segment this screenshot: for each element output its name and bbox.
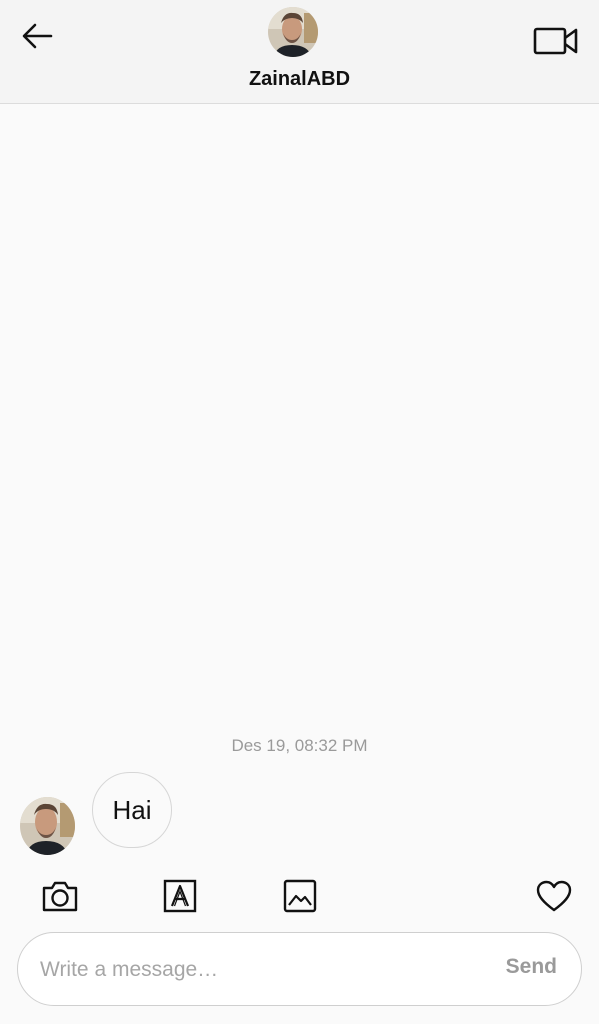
gallery-button[interactable] — [280, 876, 320, 916]
message-bubble[interactable]: Hai — [92, 772, 172, 848]
message-composer: Send — [17, 932, 582, 1006]
message-timestamp: Des 19, 08:32 PM — [231, 736, 368, 755]
profile-photo — [20, 797, 75, 855]
arrow-left-icon — [22, 23, 53, 49]
message-text: Hai — [112, 794, 152, 825]
chat-header: ZainalABD — [0, 0, 599, 104]
profile-photo — [268, 7, 318, 57]
header-avatar[interactable] — [268, 7, 318, 57]
gallery-icon — [283, 879, 317, 913]
like-button[interactable] — [534, 876, 574, 916]
camera-button[interactable] — [40, 876, 80, 916]
video-camera-icon — [533, 27, 578, 55]
sender-avatar[interactable] — [20, 797, 75, 855]
chat-username[interactable]: ZainalABD — [0, 68, 599, 91]
camera-icon — [42, 881, 78, 912]
message-input[interactable] — [38, 949, 482, 991]
send-button[interactable]: Send — [506, 955, 557, 979]
heart-icon — [536, 880, 572, 912]
text-style-icon — [163, 879, 197, 913]
back-button[interactable] — [18, 18, 56, 54]
text-style-button[interactable] — [160, 876, 200, 916]
video-call-button[interactable] — [531, 22, 581, 60]
